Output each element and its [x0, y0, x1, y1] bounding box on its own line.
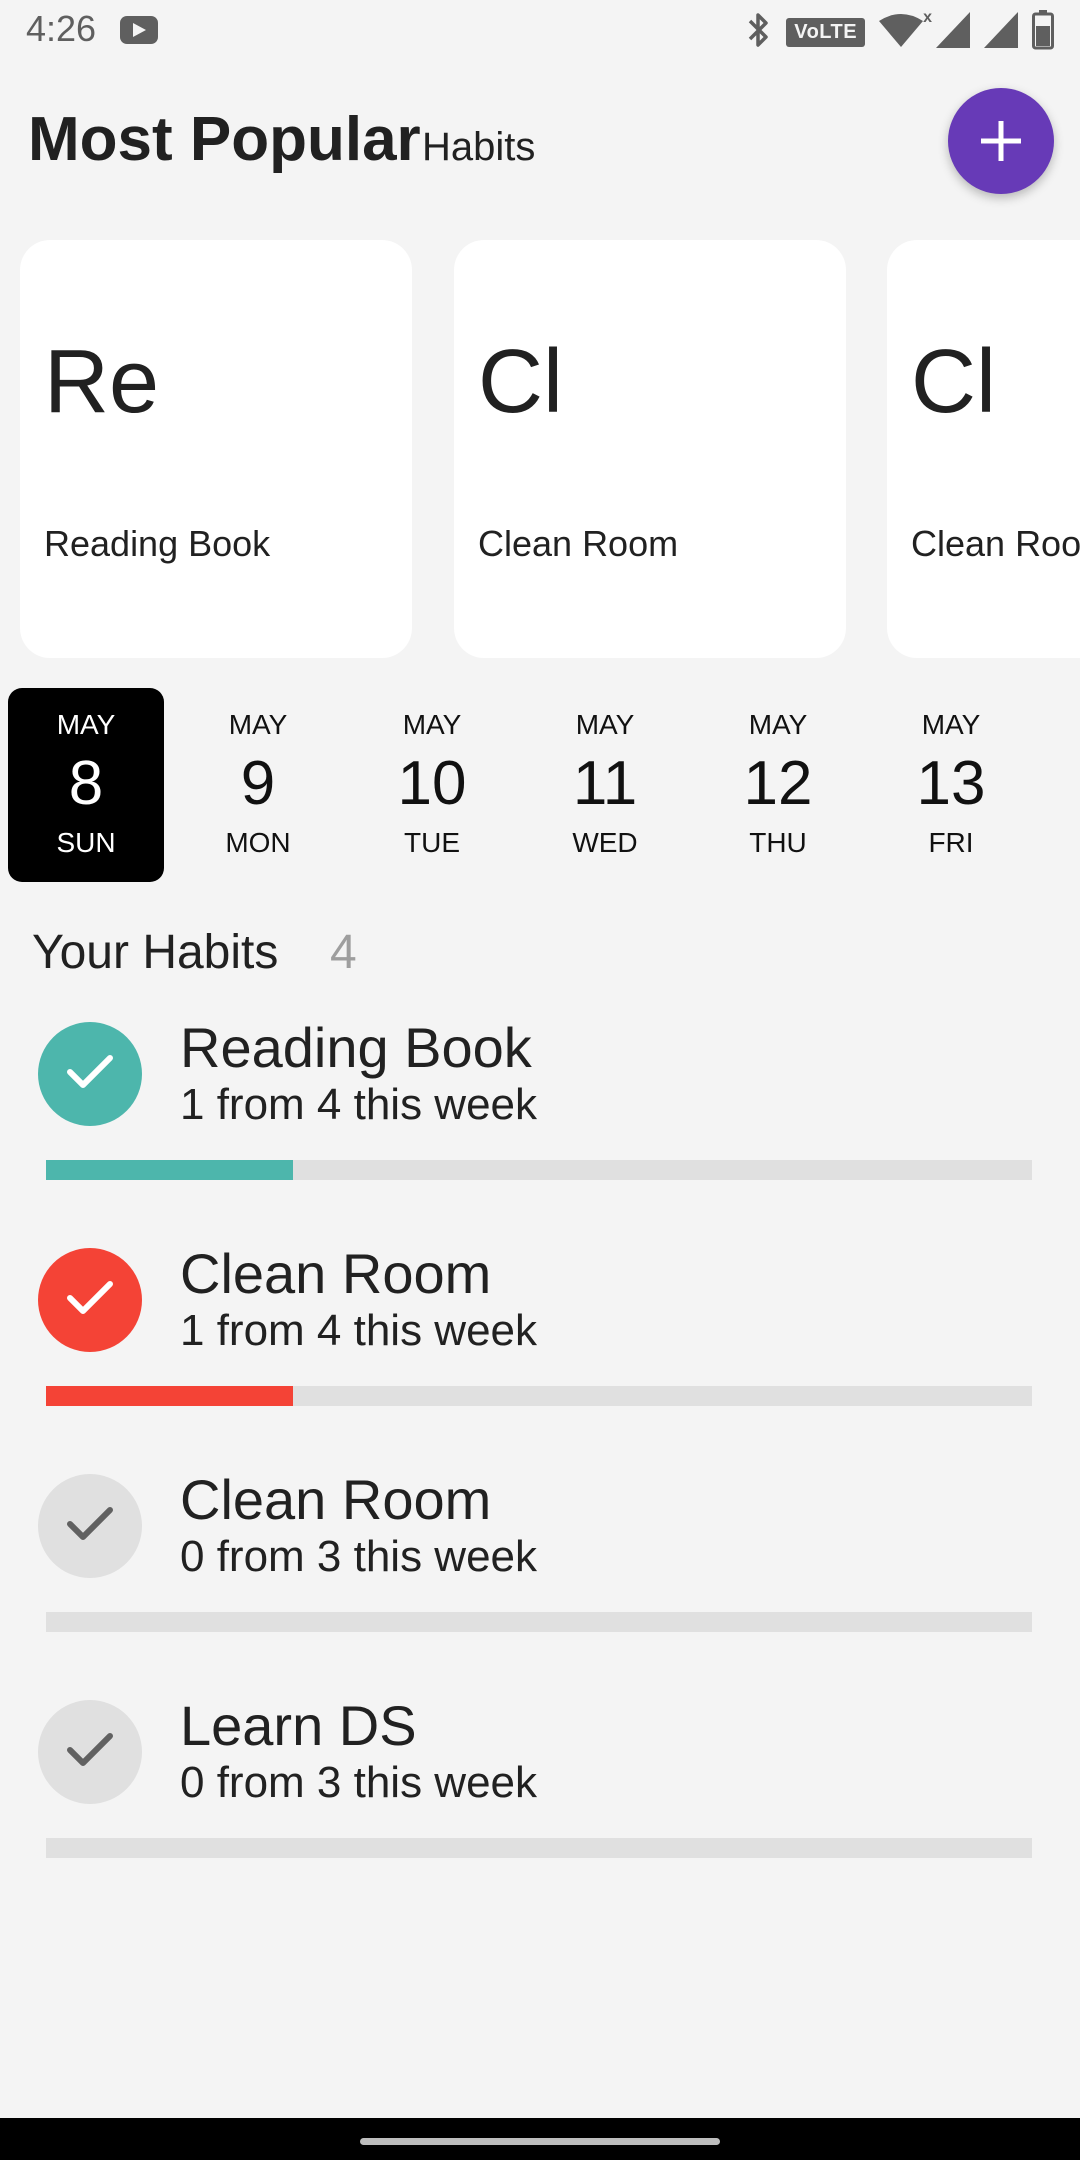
check-icon: [67, 1055, 113, 1088]
section-title: Your Habits: [32, 926, 279, 979]
battery-icon: [1032, 9, 1054, 55]
date-month: MAY: [56, 709, 116, 740]
bluetooth-icon: [746, 12, 772, 53]
status-bar: 4:26 VoLTE x: [0, 0, 1080, 62]
date-day: 13: [916, 749, 986, 818]
habit-progress-bar: [46, 1386, 1032, 1406]
system-nav-bar: [0, 2118, 1080, 2160]
popular-habits-carousel[interactable]: Re Reading Book Cl Clean Room Cl Clean R…: [0, 240, 1080, 660]
date-cell[interactable]: MAY 13 FRI: [873, 688, 1029, 882]
signal-icon: [936, 11, 970, 53]
habit-progress-fill: [46, 1386, 293, 1406]
date-cell[interactable]: MAY 11 WED: [527, 688, 683, 882]
habit-count: 4: [330, 926, 357, 979]
habit-name: Clean Room: [180, 1242, 492, 1305]
date-month: MAY: [228, 709, 288, 740]
page-subtitle: Habits: [422, 125, 536, 169]
habit-progress-bar: [46, 1160, 1032, 1180]
habit-name: Learn DS: [180, 1694, 417, 1757]
plus-icon: [981, 121, 1021, 161]
card-abbreviation: Re: [44, 332, 160, 432]
check-icon: [67, 1507, 113, 1540]
home-gesture-handle[interactable]: [360, 2138, 720, 2145]
habit-check-button[interactable]: [38, 1700, 142, 1804]
date-day: 8: [68, 749, 104, 818]
date-cell[interactable]: MAY 9 MON: [180, 688, 336, 882]
card-abbreviation: Cl: [911, 332, 996, 432]
date-day: 11: [572, 749, 638, 818]
date-selector: MAY 8 SUN MAY 9 MON MAY 10 TUE MAY 11 WE…: [0, 688, 1080, 882]
date-month: MAY: [575, 709, 635, 740]
date-weekday: FRI: [928, 827, 974, 858]
habit-progress-bar: [46, 1838, 1032, 1858]
date-cell[interactable]: MAY 12 THU: [700, 688, 856, 882]
card-abbreviation: Cl: [478, 332, 563, 432]
date-month: MAY: [921, 709, 981, 740]
date-weekday: WED: [572, 827, 638, 858]
status-icons: VoLTE x: [746, 9, 1054, 55]
habit-item[interactable]: Clean Room 1 from 4 this week: [0, 1242, 1080, 1474]
wifi-badge: x: [923, 9, 932, 26]
wifi-icon: [879, 13, 924, 52]
volte-icon: VoLTE: [786, 17, 866, 47]
card-habit-name: Reading Book: [44, 523, 271, 564]
date-day: 12: [743, 749, 813, 818]
check-icon: [67, 1281, 113, 1314]
page-title: Most Popular: [28, 105, 421, 174]
date-weekday: MON: [225, 827, 291, 858]
date-weekday: THU: [749, 827, 807, 858]
habit-progress-text: 0 from 3 this week: [180, 1532, 538, 1581]
habit-check-button[interactable]: [38, 1022, 142, 1126]
habit-item[interactable]: Learn DS 0 from 3 this week: [0, 1694, 1080, 1926]
habit-progress-text: 1 from 4 this week: [180, 1306, 538, 1355]
habit-name: Reading Book: [180, 1016, 532, 1079]
date-month: MAY: [402, 709, 462, 740]
habit-item[interactable]: Reading Book 1 from 4 this week: [0, 1016, 1080, 1248]
date-month: MAY: [748, 709, 808, 740]
habit-item[interactable]: Clean Room 0 from 3 this week: [0, 1468, 1080, 1700]
youtube-icon: [120, 16, 158, 44]
card-habit-name: Clean Room: [478, 523, 679, 564]
date-day: 10: [397, 749, 467, 818]
date-day: 9: [240, 749, 276, 818]
habit-check-button[interactable]: [38, 1474, 142, 1578]
popular-habit-card[interactable]: Cl Clean Room: [887, 240, 1080, 658]
popular-habit-card[interactable]: Re Reading Book: [20, 240, 412, 658]
date-weekday: SUN: [56, 827, 116, 858]
popular-habit-card[interactable]: Cl Clean Room: [454, 240, 846, 658]
date-cell-selected[interactable]: MAY 8 SUN: [8, 688, 164, 882]
habit-progress-text: 1 from 4 this week: [180, 1080, 538, 1129]
habit-progress-bar: [46, 1612, 1032, 1632]
habit-check-button[interactable]: [38, 1248, 142, 1352]
habit-progress-fill: [46, 1160, 293, 1180]
card-habit-name: Clean Room: [911, 523, 1080, 564]
date-cell[interactable]: MAY 10 TUE: [354, 688, 510, 882]
signal-icon: [984, 11, 1018, 53]
habit-name: Clean Room: [180, 1468, 492, 1531]
date-weekday: TUE: [404, 827, 460, 858]
habit-progress-text: 0 from 3 this week: [180, 1758, 538, 1807]
check-icon: [67, 1733, 113, 1766]
status-time: 4:26: [26, 8, 97, 49]
add-habit-button[interactable]: [948, 88, 1054, 194]
